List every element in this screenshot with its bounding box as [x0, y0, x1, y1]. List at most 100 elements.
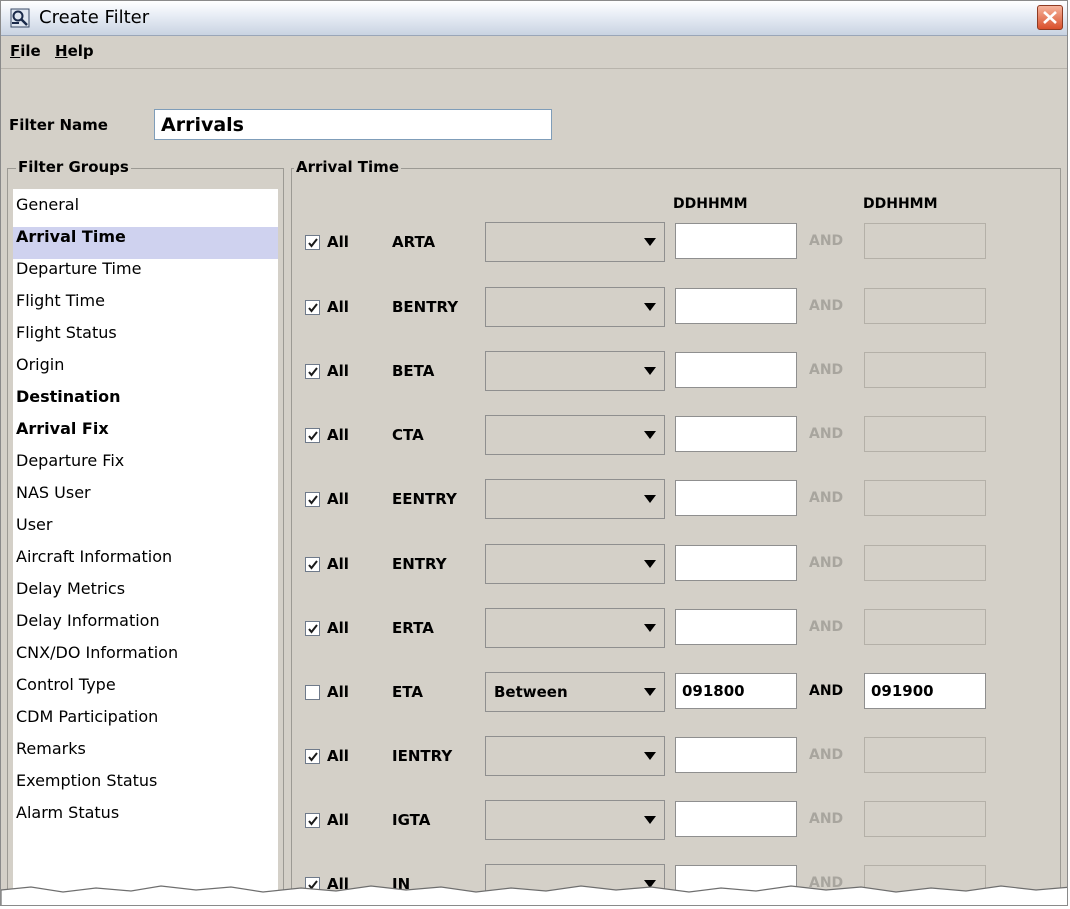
checkmark-icon	[308, 752, 318, 762]
dropdown-arrow-icon	[644, 560, 656, 568]
list-item-aircraft-information[interactable]: Aircraft Information	[13, 547, 278, 579]
dropdown-arrow-icon	[644, 688, 656, 696]
from-input-entry[interactable]	[675, 545, 797, 581]
filter-row-entry: All ENTRY AND	[289, 535, 1059, 595]
all-checkbox-erta[interactable]	[305, 621, 320, 636]
checkmark-icon	[308, 431, 318, 441]
dropdown-arrow-icon	[644, 495, 656, 503]
all-checkbox-bentry[interactable]	[305, 300, 320, 315]
window-title: Create Filter	[39, 7, 150, 28]
all-checkbox-ientry[interactable]	[305, 749, 320, 764]
all-label: All	[327, 555, 349, 573]
to-input-erta[interactable]	[864, 609, 986, 645]
menu-help[interactable]: Help	[55, 42, 94, 60]
list-item-alarm-status[interactable]: Alarm Status	[13, 803, 278, 835]
list-item-arrival-fix[interactable]: Arrival Fix	[13, 419, 278, 451]
operator-select-beta[interactable]	[485, 351, 665, 391]
list-item-departure-fix[interactable]: Departure Fix	[13, 451, 278, 483]
close-button[interactable]	[1037, 5, 1063, 30]
list-item-flight-status[interactable]: Flight Status	[13, 323, 278, 355]
and-label: AND	[809, 747, 844, 763]
list-item-remarks[interactable]: Remarks	[13, 739, 278, 771]
list-item-exemption-status[interactable]: Exemption Status	[13, 771, 278, 803]
list-item-general[interactable]: General	[13, 195, 278, 227]
all-checkbox-beta[interactable]	[305, 364, 320, 379]
list-item-control-type[interactable]: Control Type	[13, 675, 278, 707]
operator-select-entry[interactable]	[485, 544, 665, 584]
operator-select-ientry[interactable]	[485, 736, 665, 776]
list-item-user[interactable]: User	[13, 515, 278, 547]
list-item-nas-user[interactable]: NAS User	[13, 483, 278, 515]
all-checkbox-cta[interactable]	[305, 428, 320, 443]
menu-file[interactable]: File	[10, 42, 41, 60]
and-label: AND	[809, 426, 844, 442]
list-item-delay-information[interactable]: Delay Information	[13, 611, 278, 643]
and-label: AND	[809, 233, 844, 249]
list-item-delay-metrics[interactable]: Delay Metrics	[13, 579, 278, 611]
filter-row-arta: All ARTA AND	[289, 213, 1059, 273]
operator-select-eentry[interactable]	[485, 479, 665, 519]
list-item-departure-time[interactable]: Departure Time	[13, 259, 278, 291]
from-input-ientry[interactable]	[675, 737, 797, 773]
filter-app-icon	[10, 8, 30, 28]
all-checkbox-entry[interactable]	[305, 557, 320, 572]
field-name-eentry: EENTRY	[392, 490, 457, 508]
filter-row-erta: All ERTA AND	[289, 599, 1059, 659]
filter-name-label: Filter Name	[9, 116, 108, 134]
from-input-cta[interactable]	[675, 416, 797, 452]
dropdown-arrow-icon	[644, 238, 656, 246]
list-item-origin[interactable]: Origin	[13, 355, 278, 387]
all-label: All	[327, 747, 349, 765]
all-label: All	[327, 683, 349, 701]
list-item-destination[interactable]: Destination	[13, 387, 278, 419]
list-item-cnx-do-information[interactable]: CNX/DO Information	[13, 643, 278, 675]
close-icon	[1043, 11, 1057, 24]
to-input-eentry[interactable]	[864, 480, 986, 516]
all-checkbox-eentry[interactable]	[305, 492, 320, 507]
to-input-cta[interactable]	[864, 416, 986, 452]
to-input-ientry[interactable]	[864, 737, 986, 773]
list-item-flight-time[interactable]: Flight Time	[13, 291, 278, 323]
list-item-arrival-time[interactable]: Arrival Time	[13, 227, 278, 259]
to-input-arta[interactable]	[864, 223, 986, 259]
from-input-beta[interactable]	[675, 352, 797, 388]
operator-select-bentry[interactable]	[485, 287, 665, 327]
from-input-igta[interactable]	[675, 801, 797, 837]
all-label: All	[327, 298, 349, 316]
checkmark-icon	[308, 816, 318, 826]
operator-select-arta[interactable]	[485, 222, 665, 262]
filter-row-beta: All BETA AND	[289, 342, 1059, 402]
dropdown-arrow-icon	[644, 303, 656, 311]
all-label: All	[327, 362, 349, 380]
filter-groups-list[interactable]: General Arrival Time Departure Time Flig…	[13, 189, 278, 904]
to-input-bentry[interactable]	[864, 288, 986, 324]
to-input-eta[interactable]: 091900	[864, 673, 986, 709]
from-input-bentry[interactable]	[675, 288, 797, 324]
operator-select-igta[interactable]	[485, 800, 665, 840]
filter-row-igta: All IGTA AND	[289, 791, 1059, 851]
list-item-cdm-participation[interactable]: CDM Participation	[13, 707, 278, 739]
all-checkbox-igta[interactable]	[305, 813, 320, 828]
filter-name-input[interactable]	[154, 109, 552, 140]
to-input-entry[interactable]	[864, 545, 986, 581]
from-input-arta[interactable]	[675, 223, 797, 259]
dropdown-arrow-icon	[644, 752, 656, 760]
field-name-eta: ETA	[392, 683, 423, 701]
from-input-erta[interactable]	[675, 609, 797, 645]
operator-select-eta[interactable]: Between	[485, 672, 665, 712]
from-input-eentry[interactable]	[675, 480, 797, 516]
field-name-erta: ERTA	[392, 619, 434, 637]
all-label: All	[327, 233, 349, 251]
dropdown-arrow-icon	[644, 431, 656, 439]
field-name-beta: BETA	[392, 362, 435, 380]
and-label: AND	[809, 555, 844, 571]
all-checkbox-eta[interactable]	[305, 685, 320, 700]
torn-edge	[1, 885, 1067, 905]
title-bar[interactable]: Create Filter	[1, 1, 1067, 36]
operator-select-erta[interactable]	[485, 608, 665, 648]
to-input-igta[interactable]	[864, 801, 986, 837]
to-input-beta[interactable]	[864, 352, 986, 388]
all-checkbox-arta[interactable]	[305, 235, 320, 250]
operator-select-cta[interactable]	[485, 415, 665, 455]
from-input-eta[interactable]: 091800	[675, 673, 797, 709]
